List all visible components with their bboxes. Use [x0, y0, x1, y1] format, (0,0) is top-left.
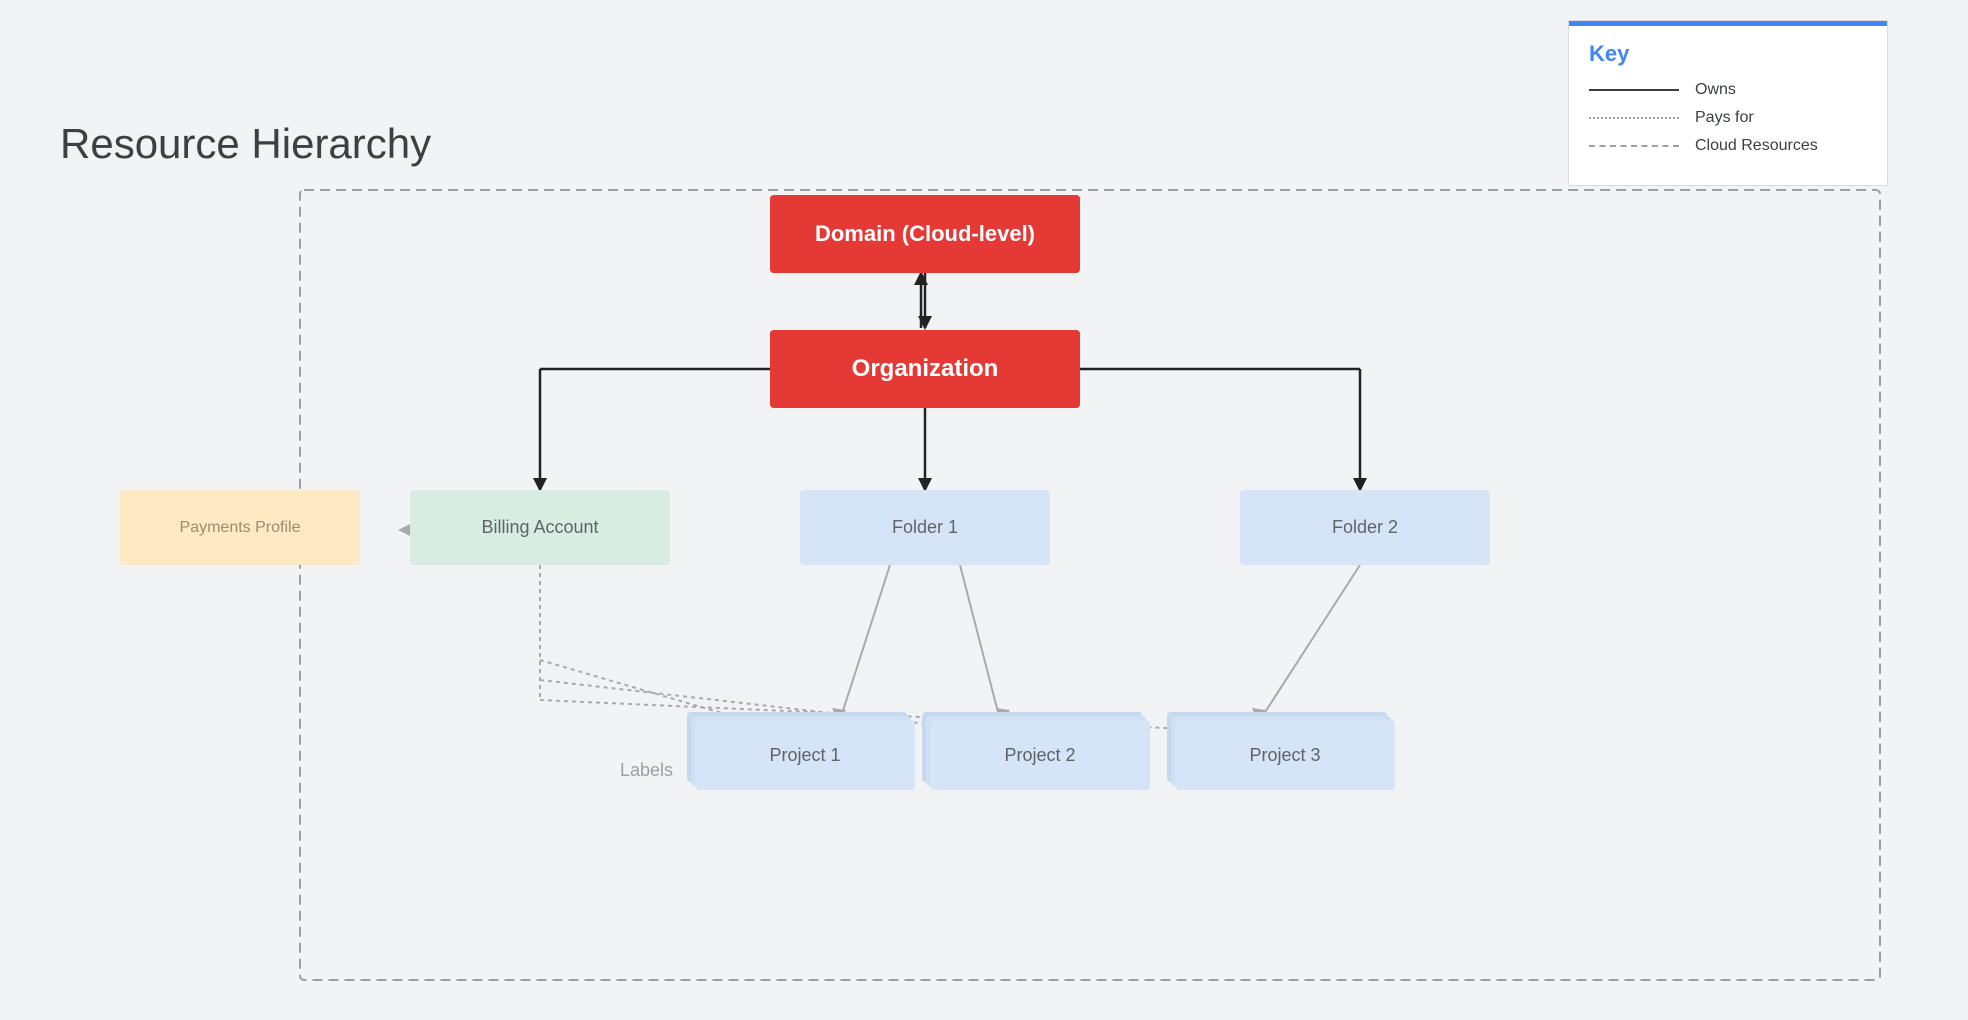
legend-line-dotted: [1589, 117, 1679, 119]
legend-label-pays: Pays for: [1695, 109, 1754, 127]
project3-label: Project 3: [1175, 720, 1395, 790]
billing-account-label: Billing Account: [481, 517, 598, 538]
legend-line-dashed: [1589, 145, 1679, 147]
legend-accent-bar: [1569, 21, 1887, 26]
legend-title: Key: [1589, 41, 1867, 67]
project1-label: Project 1: [695, 720, 915, 790]
payments-profile-node: Payments Profile: [120, 490, 360, 565]
legend-label-owns: Owns: [1695, 81, 1736, 99]
billing-account-node: Billing Account: [410, 490, 670, 565]
legend-box: Key Owns Pays for Cloud Resources: [1568, 20, 1888, 186]
page-title: Resource Hierarchy: [60, 120, 431, 168]
legend-row-cloud: Cloud Resources: [1589, 137, 1867, 155]
legend-row-pays: Pays for: [1589, 109, 1867, 127]
project2-label: Project 2: [930, 720, 1150, 790]
folder2-node: Folder 2: [1240, 490, 1490, 565]
project1-node: Project 1: [695, 720, 915, 790]
organization-label: Organization: [852, 355, 999, 383]
payments-profile-label: Payments Profile: [180, 519, 301, 537]
domain-node: Domain (Cloud-level): [770, 195, 1080, 273]
project2-node: Project 2: [930, 720, 1150, 790]
labels-text: Labels: [620, 760, 673, 781]
legend-label-cloud: Cloud Resources: [1695, 137, 1818, 155]
project3-node: Project 3: [1175, 720, 1395, 790]
organization-node: Organization: [770, 330, 1080, 408]
legend-row-owns: Owns: [1589, 81, 1867, 99]
folder1-label: Folder 1: [892, 517, 958, 538]
legend-line-solid: [1589, 89, 1679, 91]
folder2-label: Folder 2: [1332, 517, 1398, 538]
domain-label: Domain (Cloud-level): [815, 221, 1035, 247]
folder1-node: Folder 1: [800, 490, 1050, 565]
